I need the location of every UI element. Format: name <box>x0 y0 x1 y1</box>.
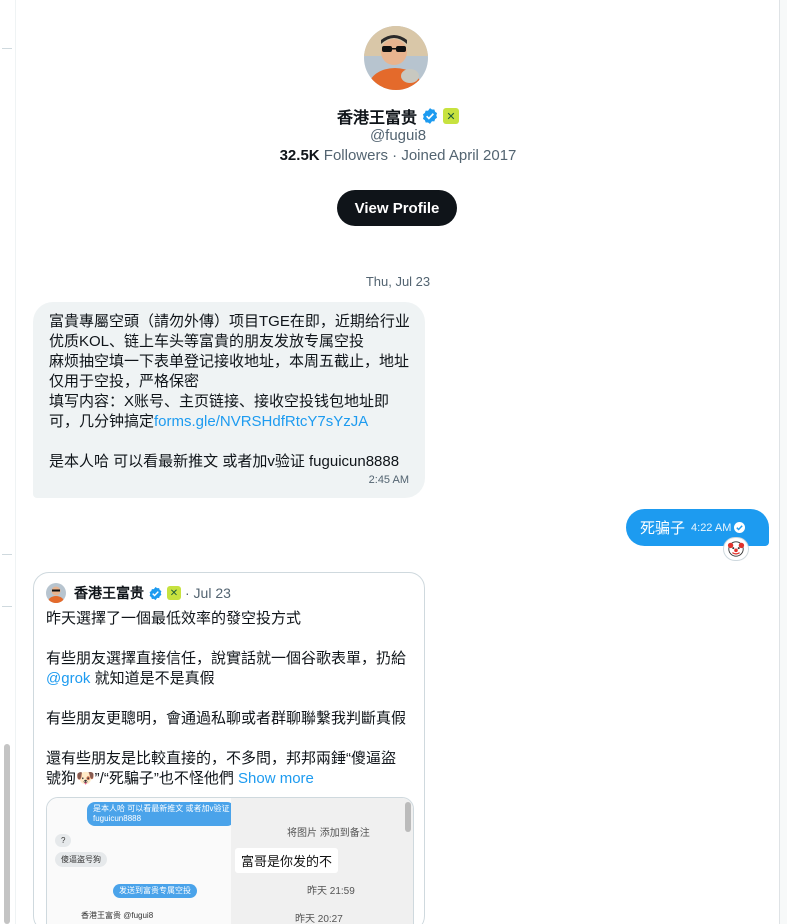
quoted-post-image[interactable]: 是本人哈 可以看最新推文 或者加v验证 fuguicun8888 ? 傻逼盗号狗… <box>46 797 414 924</box>
quoted-paragraph: @grok 就知道是不是真假 <box>46 669 418 689</box>
quoted-paragraph: 有些朋友選擇直接信任，說實話就一個谷歌表單，扔給 <box>46 650 407 667</box>
quoted-paragraph: 還有些朋友是比較直接的，不多問，邦邦兩錘“傻逼盜 <box>46 750 396 767</box>
quoted-post-card[interactable]: 香港王富贵 ✕ · Jul 23 昨天選擇了一個最低效率的發空投方式 有些朋友選… <box>33 572 425 924</box>
affiliate-badge-icon: ✕ <box>443 108 459 124</box>
mini-text: 将图片 添加到备注 <box>287 828 370 839</box>
profile-avatar[interactable] <box>364 26 428 90</box>
quoted-post-header: 香港王富贵 ✕ · Jul 23 <box>46 583 231 603</box>
mini-bubble: 傻逼盗号狗 <box>55 852 107 867</box>
affiliate-badge-icon: ✕ <box>167 586 181 600</box>
message-line: 可，几分钟搞定forms.gle/NVRSHdfRtcY7sYzJA <box>49 412 409 432</box>
message-line: 填写内容：X账号、主页链接、接收空投钱包地址即 <box>49 393 390 410</box>
show-more-link[interactable]: Show more <box>238 770 314 787</box>
divider <box>2 554 12 555</box>
mini-text: 昨天 21:59 <box>307 886 355 897</box>
verified-badge-icon <box>422 108 438 124</box>
mini-bubble: 富哥是你发的不 <box>235 848 339 873</box>
reaction-clown-icon[interactable] <box>723 537 749 561</box>
mini-text: fuguicun8888 <box>93 814 142 823</box>
message-time: 4:22 AM <box>691 521 732 534</box>
followers-count: 32.5K <box>279 147 320 164</box>
divider <box>2 606 12 607</box>
left-scrollbar[interactable] <box>4 744 10 924</box>
left-panel-edge <box>0 0 16 924</box>
message-text: 可，几分钟搞定 <box>49 413 155 430</box>
quoted-paragraph: 昨天選擇了一個最低效率的發空投方式 <box>46 610 302 627</box>
joined-date: · Joined April 2017 <box>392 147 517 164</box>
mini-bubble: 发送到富贵专属空投 <box>113 884 197 898</box>
mini-text: 是本人哈 可以看最新推文 或者加v验证 <box>93 804 230 813</box>
quoted-author-avatar[interactable] <box>46 583 66 603</box>
message-line: 富貴專屬空頭（請勿外傳）项目TGE在即，近期给行业 <box>49 313 410 330</box>
message-line: 优质KOL、链上车头等富貴的朋友发放专属空投 <box>49 333 365 350</box>
quoted-text: 號狗🐶”/“死騙子”也不怪他們 <box>46 770 234 787</box>
quoted-paragraph: 有些朋友更聰明，會通過私聊或者群聊聯繫我判斷真假 <box>46 710 407 727</box>
quoted-paragraph: 號狗🐶”/“死騙子”也不怪他們 Show more <box>46 769 418 789</box>
form-link[interactable]: forms.gle/NVRSHdfRtcY7sYzJA <box>154 413 368 430</box>
message-line: 是本人哈 可以看最新推文 或者加v验证 fuguicun8888 <box>49 453 400 470</box>
verified-badge-icon <box>149 586 162 600</box>
profile-handle: @fugui8 <box>369 127 427 144</box>
message-time-group: 4:22 AM <box>691 521 746 534</box>
quoted-author-name[interactable]: 香港王富贵 <box>74 583 144 603</box>
mini-bubble: 是本人哈 可以看最新推文 或者加v验证 fuguicun8888 <box>87 802 236 826</box>
profile-name-row: 香港王富贵 ✕ <box>17 104 779 128</box>
message-time: 2:45 AM <box>368 474 409 486</box>
mini-bubble: ? <box>55 834 72 847</box>
divider <box>2 48 12 49</box>
profile-stats: 32.5K Followers · Joined April 2017 <box>17 147 779 164</box>
right-scrollbar-track[interactable] <box>779 0 787 924</box>
message-line: 麻烦抽空填一下表单登记接收地址，本周五截止，地址 <box>49 353 410 370</box>
chat-screenshot-left: 是本人哈 可以看最新推文 或者加v验证 fuguicun8888 ? 傻逼盗号狗… <box>47 798 236 924</box>
read-check-icon <box>734 522 746 533</box>
quoted-post-body: 昨天選擇了一個最低效率的發空投方式 有些朋友選擇直接信任，說實話就一個谷歌表單，… <box>46 609 418 789</box>
view-profile-button[interactable]: View Profile <box>337 190 457 226</box>
mini-text: 昨天 20:27 <box>295 914 343 924</box>
incoming-message-bubble[interactable]: 富貴專屬空頭（請勿外傳）项目TGE在即，近期给行业 优质KOL、链上车头等富貴的… <box>33 302 425 498</box>
mini-scrollbar <box>405 802 411 832</box>
date-separator: Thu, Jul 23 <box>365 274 431 289</box>
outgoing-message-bubble[interactable]: 死骗子 4:22 AM <box>626 509 769 546</box>
quoted-text: 就知道是不是真假 <box>90 670 215 687</box>
chat-screenshot-right: 将图片 添加到备注 富哥是你发的不 昨天 21:59 昨天 20:27 <box>231 798 413 924</box>
mini-text: 香港王富贵 @fugui8 <box>81 911 154 920</box>
followers-label: Followers <box>323 147 388 164</box>
message-text: 死骗子 <box>640 520 686 537</box>
grok-mention-link[interactable]: @grok <box>46 670 90 687</box>
profile-name: 香港王富贵 <box>336 110 417 127</box>
quoted-post-date: · Jul 23 <box>185 585 231 601</box>
message-line: 仅用于空投，严格保密 <box>49 373 200 390</box>
